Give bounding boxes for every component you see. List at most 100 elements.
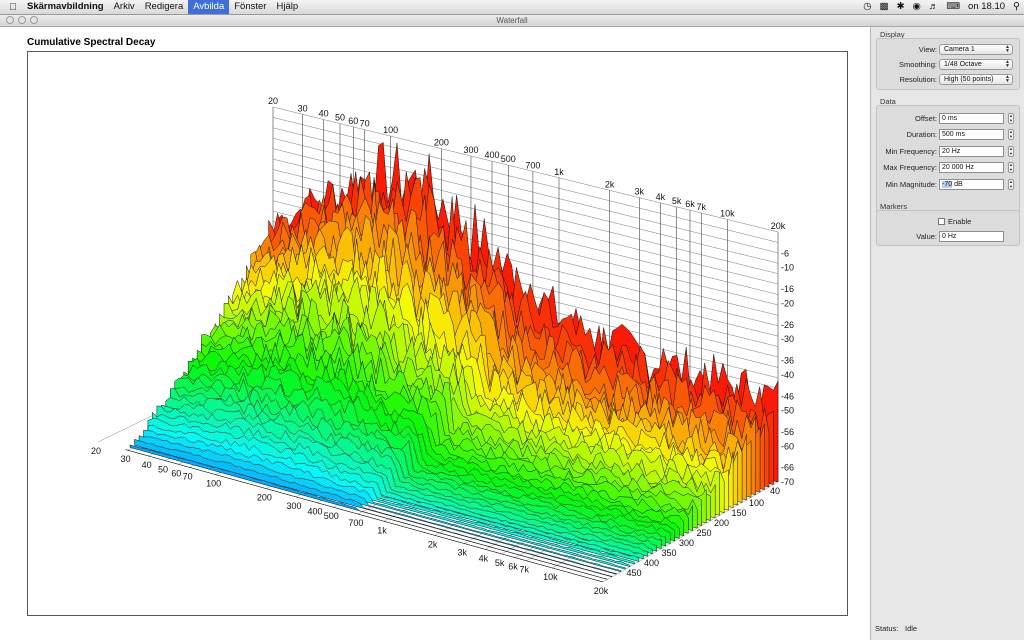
apple-icon[interactable]: 	[4, 2, 22, 13]
resolution-label: Resolution:	[899, 75, 937, 84]
max-frequency-row: Max Frequency: 20 000 Hz ▲ ▼	[877, 162, 1019, 174]
back-freq-tick-label: 4k	[656, 192, 666, 202]
clock[interactable]: on 18.10	[968, 0, 1005, 14]
marker-value-field[interactable]: 0 Hz	[939, 231, 1004, 242]
front-freq-tick-label: 7k	[519, 565, 529, 575]
enable-checkbox[interactable]	[938, 218, 945, 225]
front-freq-tick-label: 40	[142, 460, 152, 470]
back-freq-tick-label: 20k	[771, 221, 786, 231]
max-frequency-field[interactable]: 20 000 Hz	[939, 162, 1004, 173]
duration-label: Duration:	[906, 130, 937, 139]
back-freq-tick-label: 200	[434, 138, 449, 148]
back-freq-tick-label: 400	[484, 150, 499, 160]
back-freq-tick-label: 3k	[635, 187, 645, 197]
menu-item-arkiv[interactable]: Arkiv	[109, 0, 140, 14]
min-frequency-stepper[interactable]: ▲ ▼	[1008, 146, 1014, 157]
view-row: View: Camera 1 ▲ ▼	[877, 44, 1019, 56]
markers-group: Enable Value: 0 Hz	[876, 210, 1020, 246]
min-magnitude-label: Min Magnitude:	[885, 180, 937, 189]
front-freq-tick-label: 2k	[428, 539, 438, 549]
plot-area: Cumulative Spectral Decay 20 30 40 50 60 70 10…	[0, 27, 870, 640]
wifi-icon[interactable]: ◉	[913, 0, 921, 14]
min-magnitude-stepper[interactable]: ▲ ▼	[1008, 179, 1014, 190]
magnitude-tick-label: -10	[781, 263, 794, 273]
min-frequency-row: Min Frequency: 20 Hz ▲ ▼	[877, 146, 1019, 158]
smoothing-popup[interactable]: 1/48 Octave ▲ ▼	[939, 59, 1013, 70]
duration-field[interactable]: 500 ms	[939, 129, 1004, 140]
front-freq-tick-label: 20	[91, 446, 101, 456]
display-icon[interactable]: ▩	[880, 0, 889, 14]
magnitude-tick-label: -50	[781, 406, 794, 416]
back-freq-tick-label: 50	[335, 113, 345, 123]
magnitude-tick-label: -56	[781, 427, 794, 437]
duration-stepper[interactable]: ▲ ▼	[1008, 129, 1014, 140]
search-icon[interactable]: ⚲	[1013, 0, 1020, 14]
min-magnitude-row: Min Magnitude: -70 dB ▲ ▼	[877, 179, 1019, 191]
magnitude-tick-label: -16	[781, 284, 794, 294]
view-popup[interactable]: Camera 1 ▲ ▼	[939, 44, 1013, 55]
time-tick-label: 200	[714, 518, 729, 528]
menu-app-name[interactable]: Skärmavbildning	[22, 0, 109, 14]
offset-stepper[interactable]: ▲ ▼	[1008, 113, 1014, 124]
front-freq-tick-label: 10k	[543, 572, 558, 582]
offset-field[interactable]: 0 ms	[939, 113, 1004, 124]
minimize-window-button[interactable]	[18, 16, 26, 24]
front-freq-tick-label: 300	[286, 501, 301, 511]
zoom-window-button[interactable]	[30, 16, 38, 24]
back-freq-tick-label: 1k	[554, 167, 564, 177]
close-window-button[interactable]	[6, 16, 14, 24]
resolution-popup[interactable]: High (50 points) ▲ ▼	[939, 74, 1013, 85]
min-magnitude-field[interactable]: -70 dB	[939, 179, 1004, 190]
status-label: Status:	[875, 624, 899, 633]
back-freq-tick-label: 60	[348, 116, 358, 126]
time-tick-label: 350	[662, 548, 677, 558]
back-freq-tick-label: 10k	[720, 208, 735, 218]
menu-item-hjalp[interactable]: Hjälp	[271, 0, 303, 14]
menu-item-fonster[interactable]: Fönster	[229, 0, 271, 14]
magnitude-tick-label: -70	[781, 477, 794, 487]
time-tick-label: 450	[627, 568, 642, 578]
back-freq-tick-label: 30	[298, 103, 308, 113]
time-tick-label: 300	[679, 538, 694, 548]
front-freq-tick-label: 5k	[495, 558, 505, 568]
volume-icon[interactable]: ♬	[929, 0, 939, 14]
back-freq-tick-label: 7k	[696, 202, 706, 212]
front-freq-tick-label: 400	[307, 507, 322, 517]
popup-arrows-icon: ▲ ▼	[1005, 44, 1010, 54]
plot-title: Cumulative Spectral Decay	[27, 37, 156, 48]
keyboard-icon[interactable]: ⌨	[946, 0, 960, 14]
enable-row: Enable	[877, 216, 1019, 228]
magnitude-tick-label: -40	[781, 370, 794, 380]
time-machine-icon[interactable]: ◷	[863, 0, 871, 14]
back-freq-tick-label: 300	[463, 145, 478, 155]
back-freq-tick-label: 40	[319, 109, 329, 119]
back-freq-tick-label: 20	[268, 96, 278, 106]
front-freq-tick-label: 500	[324, 511, 339, 521]
front-freq-tick-label: 700	[348, 518, 363, 528]
waterfall-plot[interactable]: 20 30 40 50 60 70 100 200 300 400 500 700 1k 2k 3k 4k 5k…	[27, 51, 848, 616]
offset-label: Offset:	[915, 114, 937, 123]
window-title-bar: Waterfall	[0, 15, 1024, 27]
settings-sidebar: Display View: Camera 1 ▲ ▼ Smoothing: 1/48…	[870, 27, 1024, 640]
magnitude-tick-label: -60	[781, 441, 794, 451]
back-freq-tick-label: 6k	[685, 199, 695, 209]
magnitude-tick-label: -36	[781, 356, 794, 366]
enable-label[interactable]: Enable	[948, 216, 971, 228]
popup-arrows-icon: ▲ ▼	[1005, 59, 1010, 69]
magnitude-tick-label: -20	[781, 298, 794, 308]
max-frequency-stepper[interactable]: ▲ ▼	[1008, 162, 1014, 173]
smoothing-label: Smoothing:	[899, 60, 937, 69]
back-freq-tick-label: 100	[383, 125, 398, 135]
menu-bar:  Skärmavbildning Arkiv Redigera Avbilda…	[0, 0, 1024, 15]
front-freq-tick-label: 50	[158, 465, 168, 475]
menu-extras: ◷ ▩ ✱ ◉ ♬ ⌨ on 18.10 ⚲	[863, 0, 1020, 14]
time-tick-label: 40	[770, 486, 780, 496]
back-freq-tick-label: 5k	[672, 196, 682, 206]
resolution-row: Resolution: High (50 points) ▲ ▼	[877, 74, 1019, 86]
min-frequency-field[interactable]: 20 Hz	[939, 146, 1004, 157]
waterfall-chart: 203040 50 60 70100200300400 5007001k2k3k4k 5k…	[91, 96, 794, 596]
menu-item-avbilda[interactable]: Avbilda	[188, 0, 230, 14]
menu-item-redigera[interactable]: Redigera	[140, 0, 189, 14]
bluetooth-icon[interactable]: ✱	[897, 0, 905, 14]
magnitude-tick-label: -26	[781, 320, 794, 330]
